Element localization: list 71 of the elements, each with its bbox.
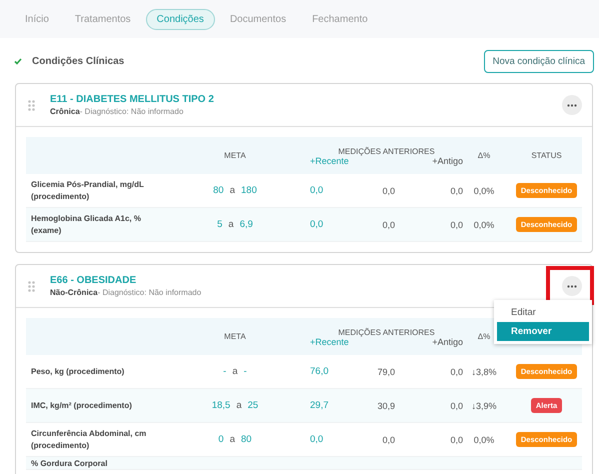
column-header: +Recente: [310, 336, 349, 348]
more-button[interactable]: [562, 276, 582, 296]
section-title: Condições Clínicas: [32, 56, 124, 67]
table-cell: 0,0: [382, 434, 395, 444]
column-header: META: [224, 332, 246, 341]
tab[interactable]: Tratamentos: [64, 8, 142, 30]
column-header: +Antigo: [432, 336, 463, 349]
table-cell: 79,0: [377, 366, 395, 376]
meta-separator: a: [232, 366, 238, 377]
table-cell: 0,0: [450, 400, 463, 410]
table-cell: 0,0%: [474, 186, 494, 196]
meta-max: 25: [248, 400, 258, 411]
column-header: MEDIÇÕES ANTERIORES: [338, 146, 435, 156]
tab[interactable]: Condições: [146, 8, 215, 30]
column-header: META: [224, 151, 246, 160]
table-cell: 0,0: [382, 220, 395, 230]
condition-title: E66 - OBESIDADE: [50, 275, 138, 286]
meta-separator: a: [236, 400, 242, 411]
tab[interactable]: Documentos: [218, 8, 298, 30]
column-header: STATUS: [531, 151, 562, 160]
measurement-name: Hemoglobina Glicada A1c, % (exame): [30, 213, 142, 236]
column-header: +Antigo: [432, 156, 463, 168]
tab[interactable]: Início: [14, 8, 60, 30]
table-cell: 0,0: [382, 186, 395, 196]
table-cell: 29,7: [310, 400, 328, 411]
column-header: Δ%: [478, 332, 490, 341]
condition-subtitle: Crônica- Diagnóstico: Não informado: [50, 107, 184, 116]
condition-title: E11 - DIABETES MELLITUS TIPO 2: [50, 94, 215, 105]
table-cell: 0,0: [450, 366, 463, 376]
table-cell: ↓3,9%: [471, 400, 496, 410]
meta-separator: a: [228, 219, 234, 230]
meta-min: -: [223, 366, 226, 377]
table-cell: 76,0: [310, 366, 328, 377]
table-cell: 0,0: [310, 219, 324, 230]
new-condition-button[interactable]: Nova condição clínica: [484, 50, 594, 73]
drag-handle-icon[interactable]: [28, 280, 35, 292]
measurement-name: % Gordura Corporal: [30, 458, 108, 470]
table-cell: 0,0%: [474, 434, 494, 444]
meta-separator: a: [230, 434, 235, 445]
meta-max: 6,9: [240, 219, 253, 230]
table-cell: 0,0: [310, 434, 324, 445]
measurement-name: Circunferência Abdominal, cm (procedimento): [30, 428, 148, 451]
ellipsis-icon: [567, 104, 577, 106]
menu-item[interactable]: Editar: [497, 303, 589, 322]
ellipsis-icon: [567, 284, 577, 288]
meta-min: 18,5: [212, 400, 230, 411]
table-cell: ↓3,8%: [471, 366, 496, 376]
table-cell: 0,0: [450, 434, 463, 444]
meta-min: 5: [217, 219, 222, 230]
meta-max: 80: [241, 434, 252, 445]
meta-max: 180: [241, 185, 257, 196]
table-cell: 0,0: [450, 220, 463, 230]
menu-item[interactable]: Remover: [497, 322, 589, 341]
meta-min: 80: [213, 185, 224, 196]
table-cell: 0,0%: [474, 220, 494, 230]
measurement-name: IMC, kg/m² (procedimento): [30, 400, 133, 412]
table-cell: 30,9: [377, 400, 395, 410]
condition-subtitle: Não-Crônica- Diagnóstico: Não informado: [50, 288, 202, 297]
column-header: +Recente: [310, 156, 349, 168]
drag-handle-icon[interactable]: [28, 100, 35, 110]
table-cell: 0,0: [310, 185, 324, 196]
meta-min: 0: [218, 434, 224, 445]
tab[interactable]: Fechamento: [301, 8, 379, 30]
more-button[interactable]: [562, 95, 582, 115]
meta-separator: a: [230, 185, 235, 196]
measurement-name: Glicemia Pós-Prandial, mg/dL (procedimento): [30, 179, 145, 202]
meta-max: -: [244, 366, 247, 377]
measurement-name: Peso, kg (procedimento): [30, 366, 126, 378]
column-header: MEDIÇÕES ANTERIORES: [338, 328, 435, 336]
column-header: Δ%: [478, 151, 490, 160]
table-cell: 0,0: [450, 186, 463, 196]
